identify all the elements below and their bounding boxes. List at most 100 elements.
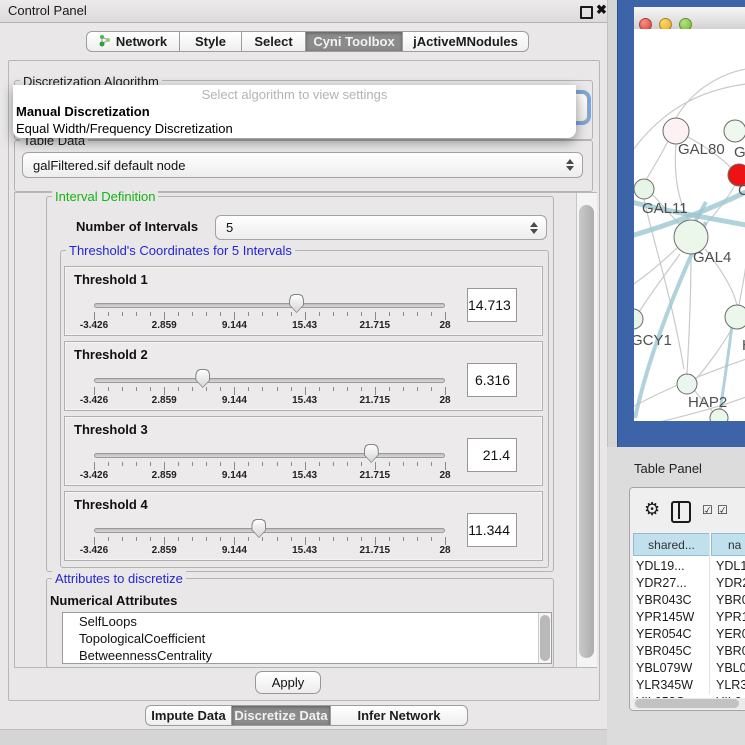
network-node-g[interactable] bbox=[724, 120, 745, 142]
major-tick bbox=[164, 312, 165, 320]
tab-network[interactable]: Network bbox=[86, 31, 180, 52]
minor-tick bbox=[333, 537, 334, 541]
attributes-scrollbar-thumb[interactable] bbox=[540, 615, 550, 661]
table-row-cell-shared[interactable]: YLR345W bbox=[636, 678, 693, 692]
tick-label: 28 bbox=[420, 395, 470, 406]
tick-label: 2.859 bbox=[139, 470, 189, 481]
table-row-cell-shared[interactable]: YBL079W bbox=[636, 661, 692, 675]
bottom-tab-label: Impute Data bbox=[151, 708, 225, 723]
table-row-cell-shared[interactable]: YIL052C bbox=[636, 695, 685, 698]
minor-tick bbox=[206, 387, 207, 391]
table-row-cell-name[interactable]: YDL1 bbox=[716, 559, 745, 573]
threshold-slider-thumb[interactable] bbox=[364, 444, 379, 463]
threshold-value-field[interactable]: 14.713 bbox=[467, 288, 517, 322]
threshold-value-field[interactable]: 21.4 bbox=[467, 438, 517, 472]
major-tick bbox=[94, 387, 95, 395]
table-row-cell-shared[interactable]: YER054C bbox=[636, 627, 692, 641]
number-of-intervals-label: Number of Intervals bbox=[76, 219, 198, 234]
minor-tick bbox=[248, 537, 249, 541]
minor-tick bbox=[333, 462, 334, 466]
apply-button[interactable]: Apply bbox=[255, 671, 321, 694]
threshold-value-field[interactable]: 11.344 bbox=[467, 513, 517, 547]
tab-style[interactable]: Style bbox=[180, 31, 242, 52]
minor-tick bbox=[150, 462, 151, 466]
table-row-cell-name[interactable]: YPR1 bbox=[716, 610, 745, 624]
network-edge[interactable] bbox=[676, 69, 745, 118]
network-node-gcy1[interactable] bbox=[634, 309, 643, 329]
bottom-tab-impute-data[interactable]: Impute Data bbox=[145, 705, 232, 726]
thumb-face bbox=[252, 520, 265, 537]
threshold-slider-track[interactable] bbox=[94, 453, 445, 458]
attribute-list-item[interactable]: TopologicalCoefficient bbox=[63, 630, 551, 647]
network-edge[interactable] bbox=[687, 254, 691, 374]
minor-tick bbox=[361, 537, 362, 541]
tick-label: 2.859 bbox=[139, 545, 189, 556]
combo-stepper-icon bbox=[530, 222, 538, 234]
table-row-cell-shared[interactable]: YDR27... bbox=[636, 576, 687, 590]
minor-tick bbox=[220, 312, 221, 316]
table-row-cell-shared[interactable]: YBR043C bbox=[636, 593, 692, 607]
tab-cyni-toolbox[interactable]: Cyni Toolbox bbox=[306, 31, 403, 52]
major-tick bbox=[234, 387, 235, 395]
table-row-cell-name[interactable]: YBL0 bbox=[716, 661, 745, 675]
screen: Control Panel ✖ NetworkStyleSelectCyni T… bbox=[0, 0, 745, 745]
threshold-slider-thumb[interactable] bbox=[251, 519, 266, 538]
tab-jactivemnodules[interactable]: jActiveMNodules bbox=[403, 31, 529, 52]
table-data-combobox[interactable]: galFiltered.sif default node bbox=[22, 152, 583, 178]
table-row-cell-shared[interactable]: YPR145W bbox=[636, 610, 694, 624]
float-window-icon[interactable] bbox=[580, 6, 593, 19]
table-row-cell-name[interactable]: YER0 bbox=[716, 627, 745, 641]
table-data-combobox-value: galFiltered.sif default node bbox=[33, 158, 185, 173]
network-edge[interactable] bbox=[646, 141, 668, 180]
attribute-list-item[interactable]: BetweennessCentrality bbox=[63, 647, 551, 664]
table-row-cell-shared[interactable]: YDL19... bbox=[636, 559, 685, 573]
bottom-tab-label: Discretize Data bbox=[234, 708, 327, 723]
table-row-cell-name[interactable]: YLR3 bbox=[716, 678, 745, 692]
major-tick bbox=[445, 462, 446, 470]
network-edge[interactable] bbox=[639, 254, 680, 312]
table-row-cell-name[interactable]: YBR0 bbox=[716, 593, 745, 607]
network-node-h[interactable] bbox=[725, 305, 745, 329]
threshold-slider-track[interactable] bbox=[94, 528, 445, 533]
threshold-slider-track[interactable] bbox=[94, 303, 445, 308]
table-row-cell-name[interactable]: YIL0 bbox=[716, 695, 742, 698]
threshold-value-field[interactable]: 6.316 bbox=[467, 363, 517, 397]
network-window: GAL80GCGAL11GAL4GCY1HHAP2 bbox=[617, 0, 745, 447]
tick-label: 28 bbox=[420, 545, 470, 556]
bottom-tab-infer-network[interactable]: Infer Network bbox=[331, 705, 468, 726]
tick-label: 15.43 bbox=[280, 470, 330, 481]
threshold-slider-thumb[interactable] bbox=[289, 294, 304, 313]
major-tick bbox=[445, 537, 446, 545]
vertical-scrollbar-thumb[interactable] bbox=[579, 205, 594, 658]
network-canvas[interactable]: GAL80GCGAL11GAL4GCY1HHAP2 bbox=[634, 29, 745, 421]
tab-select[interactable]: Select bbox=[242, 31, 306, 52]
number-of-intervals-combobox[interactable]: 5 bbox=[215, 215, 547, 240]
tick-label: 9.144 bbox=[209, 470, 259, 481]
close-icon[interactable]: ✖ bbox=[596, 2, 607, 18]
minor-tick bbox=[389, 312, 390, 316]
table-row-cell-name[interactable]: YDR2 bbox=[716, 576, 745, 590]
minor-tick bbox=[178, 312, 179, 316]
minor-tick bbox=[291, 537, 292, 541]
tick-label: 2.859 bbox=[139, 320, 189, 331]
bottom-tab-discretize-data[interactable]: Discretize Data bbox=[232, 705, 331, 726]
network-edge[interactable] bbox=[739, 264, 745, 305]
numerical-attributes-list[interactable]: SelfLoopsTopologicalCoefficientBetweenne… bbox=[62, 612, 552, 664]
control-panel: Control Panel ✖ NetworkStyleSelectCyni T… bbox=[0, 0, 608, 730]
threshold-slider-track[interactable] bbox=[94, 378, 445, 383]
threshold-panel: Threshold 3-3.4262.8599.14415.4321.71528… bbox=[64, 416, 543, 486]
minor-tick bbox=[347, 537, 348, 541]
algorithm-option[interactable]: Manual Discretization bbox=[16, 104, 150, 119]
threshold-slider-thumb[interactable] bbox=[195, 369, 210, 388]
minor-tick bbox=[347, 387, 348, 391]
major-tick bbox=[94, 537, 95, 545]
table-row-cell-shared[interactable]: YBR045C bbox=[636, 644, 692, 658]
network-node-gal11[interactable] bbox=[634, 179, 654, 199]
attribute-list-item[interactable]: SelfLoops bbox=[63, 613, 551, 630]
major-tick bbox=[234, 462, 235, 470]
table-row-cell-name[interactable]: YBR0 bbox=[716, 644, 745, 658]
tick-label: 9.144 bbox=[209, 395, 259, 406]
algorithm-option[interactable]: Equal Width/Frequency Discretization bbox=[16, 121, 233, 136]
horizontal-scrollbar-thumb[interactable] bbox=[635, 699, 739, 708]
network-node-hap2[interactable] bbox=[677, 374, 697, 394]
